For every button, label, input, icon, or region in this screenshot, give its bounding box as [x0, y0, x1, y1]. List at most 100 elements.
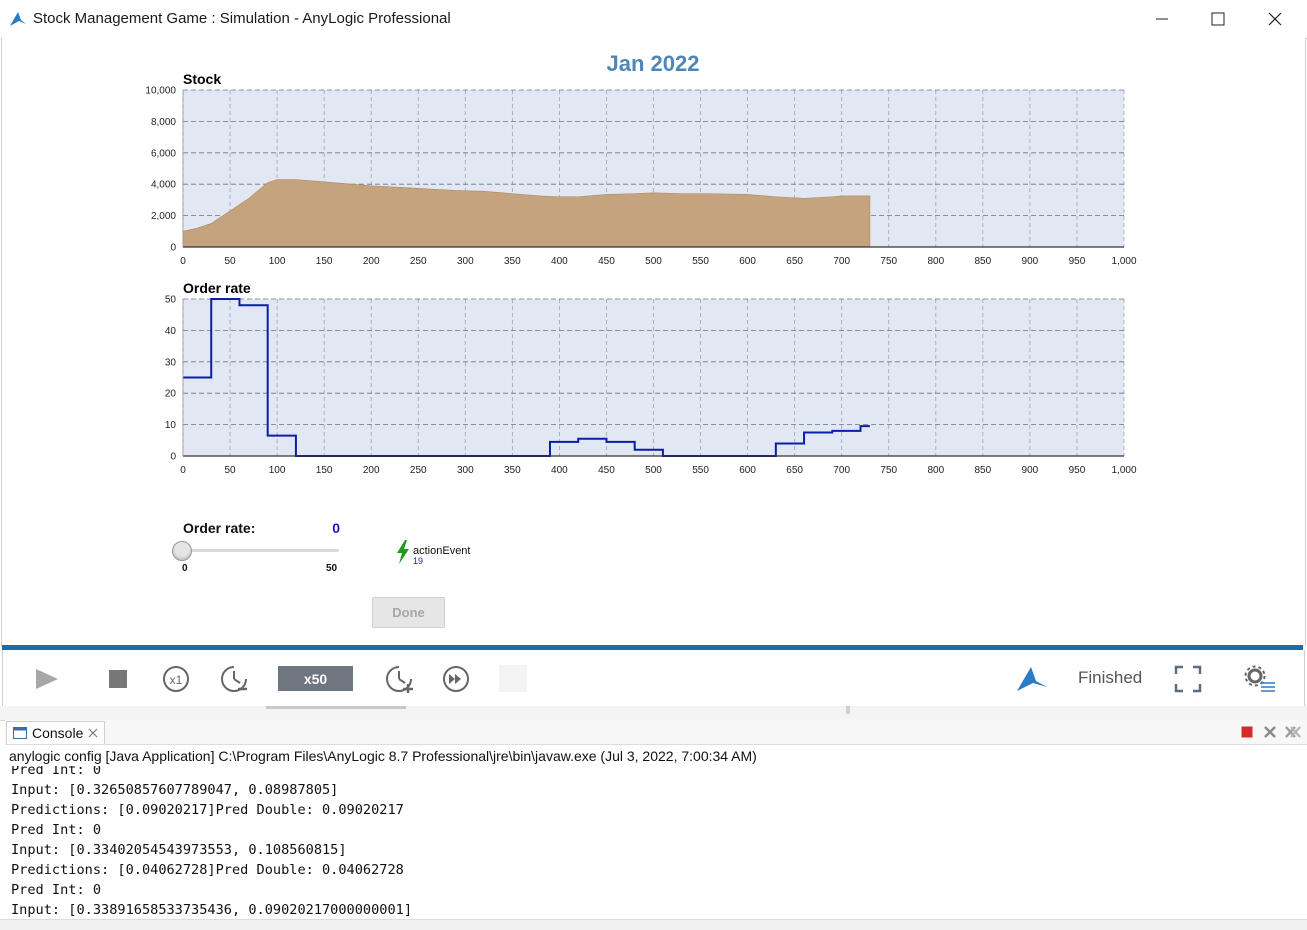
lightning-event-icon[interactable]	[396, 540, 410, 564]
x-tick-label: 550	[692, 256, 709, 267]
x-tick-label: 50	[224, 256, 236, 267]
slider-max-label: 50	[326, 563, 337, 574]
console-line: Predictions: [0.04062728]Pred Double: 0.…	[0, 860, 412, 880]
console-launch-header: anylogic config [Java Application] C:\Pr…	[9, 748, 757, 764]
x-tick-label: 800	[927, 465, 944, 476]
slider-min-label: 0	[182, 563, 188, 574]
stop-icon	[108, 669, 128, 689]
console-tab[interactable]: Console	[6, 721, 105, 744]
console-line: Predictions: [0.09020217]Pred Double: 0.…	[0, 800, 412, 820]
anylogic-logo-icon	[8, 9, 28, 29]
x-tick-label: 850	[975, 256, 992, 267]
x-tick-label: 700	[833, 256, 850, 267]
gear-icon	[1243, 664, 1277, 694]
console-icon	[13, 727, 27, 739]
horizontal-scrollbar[interactable]	[0, 919, 1307, 930]
order-rate-slider-track[interactable]	[183, 549, 339, 552]
window-title: Stock Management Game : Simulation - Any…	[33, 10, 451, 27]
y-tick-label: 50	[165, 295, 177, 306]
close-icon	[1268, 12, 1282, 26]
console-tab-label: Console	[32, 725, 83, 741]
fullscreen-button[interactable]	[1172, 663, 1204, 695]
console-line: Input: [0.33891658533735436, 0.090202170…	[0, 900, 412, 919]
console-line: Pred Int: 0	[0, 880, 412, 900]
slow-down-icon	[220, 665, 248, 693]
remove-launch-button[interactable]	[1262, 724, 1278, 740]
x-tick-label: 200	[363, 256, 380, 267]
maximize-button[interactable]	[1190, 0, 1246, 38]
minimize-button[interactable]	[1134, 0, 1190, 38]
step-button[interactable]	[499, 665, 527, 692]
console-tab-bar	[5, 720, 1307, 745]
x-tick-label: 150	[316, 465, 333, 476]
console-line: Input: [0.33402054543973553, 0.108560815…	[0, 840, 412, 860]
svg-text:x1: x1	[170, 673, 183, 687]
fast-forward-icon	[442, 665, 470, 693]
order-rate-slider-thumb[interactable]	[172, 541, 192, 561]
y-tick-label: 10,000	[145, 86, 176, 97]
done-button[interactable]: Done	[372, 597, 445, 628]
anylogic-logo-button[interactable]	[1014, 663, 1050, 695]
x-tick-label: 250	[410, 465, 427, 476]
terminate-button[interactable]	[1240, 725, 1254, 739]
x-tick-label: 1,000	[1111, 465, 1136, 476]
real-time-speed-button[interactable]: x1	[160, 663, 192, 695]
x-tick-label: 450	[598, 465, 615, 476]
strip-scroll-thumb[interactable]	[266, 706, 406, 709]
console-output[interactable]: Pred Int: 0Input: [0.32650857607789047, …	[0, 766, 1307, 919]
anylogic-logo-icon	[1015, 665, 1049, 693]
minimize-icon	[1155, 12, 1169, 26]
console-line: Pred Int: 0	[0, 820, 412, 840]
editor-strip	[0, 706, 1307, 721]
fullscreen-icon	[1174, 665, 1202, 693]
speed-up-icon	[385, 665, 413, 693]
order-rate-chart: 0501001502002503003504004505005506006507…	[130, 291, 1150, 476]
y-tick-label: 30	[165, 357, 177, 368]
slider-title: Order rate:	[183, 520, 255, 536]
terminate-icon	[1241, 726, 1253, 738]
x-tick-label: 750	[880, 256, 897, 267]
settings-button[interactable]	[1242, 663, 1278, 695]
x-tick-label: 600	[739, 256, 756, 267]
close-button[interactable]	[1247, 0, 1303, 38]
x-tick-label: 700	[833, 465, 850, 476]
y-tick-label: 0	[170, 452, 176, 463]
x-tick-label: 950	[1069, 465, 1086, 476]
speed-up-button[interactable]	[383, 663, 415, 695]
y-tick-label: 20	[165, 389, 177, 400]
x-tick-label: 850	[975, 465, 992, 476]
x-tick-label: 300	[457, 465, 474, 476]
x-tick-label: 1,000	[1111, 256, 1136, 267]
stop-button[interactable]	[104, 664, 132, 694]
simulation-status: Finished	[1078, 668, 1142, 688]
run-button[interactable]	[30, 664, 64, 694]
x-tick-label: 300	[457, 256, 474, 267]
remove-icon	[1263, 725, 1277, 739]
console-line: Pred Int: 0	[0, 766, 412, 780]
close-tab-icon[interactable]	[88, 728, 98, 738]
title-bar: Stock Management Game : Simulation - Any…	[0, 0, 1307, 39]
remove-all-button[interactable]	[1284, 724, 1302, 740]
x-tick-label: 400	[551, 465, 568, 476]
x-tick-label: 750	[880, 465, 897, 476]
x-tick-label: 100	[269, 465, 286, 476]
y-tick-label: 0	[170, 243, 176, 254]
slow-down-button[interactable]	[218, 663, 250, 695]
y-tick-label: 8,000	[151, 117, 176, 128]
console-line: Input: [0.32650857607789047, 0.08987805]	[0, 780, 412, 800]
y-tick-label: 6,000	[151, 148, 176, 159]
speed-indicator: x50	[278, 666, 353, 691]
x-tick-label: 900	[1022, 465, 1039, 476]
remove-all-icon	[1284, 725, 1302, 739]
y-tick-label: 10	[165, 420, 177, 431]
virtual-time-button[interactable]	[440, 663, 472, 695]
x-tick-label: 900	[1022, 256, 1039, 267]
slider-value: 0	[300, 520, 340, 536]
x-tick-label: 50	[224, 465, 236, 476]
x-tick-label: 800	[927, 256, 944, 267]
x-tick-label: 450	[598, 256, 615, 267]
x-tick-label: 400	[551, 256, 568, 267]
x-tick-label: 250	[410, 256, 427, 267]
x-tick-label: 650	[786, 465, 803, 476]
x-tick-label: 100	[269, 256, 286, 267]
